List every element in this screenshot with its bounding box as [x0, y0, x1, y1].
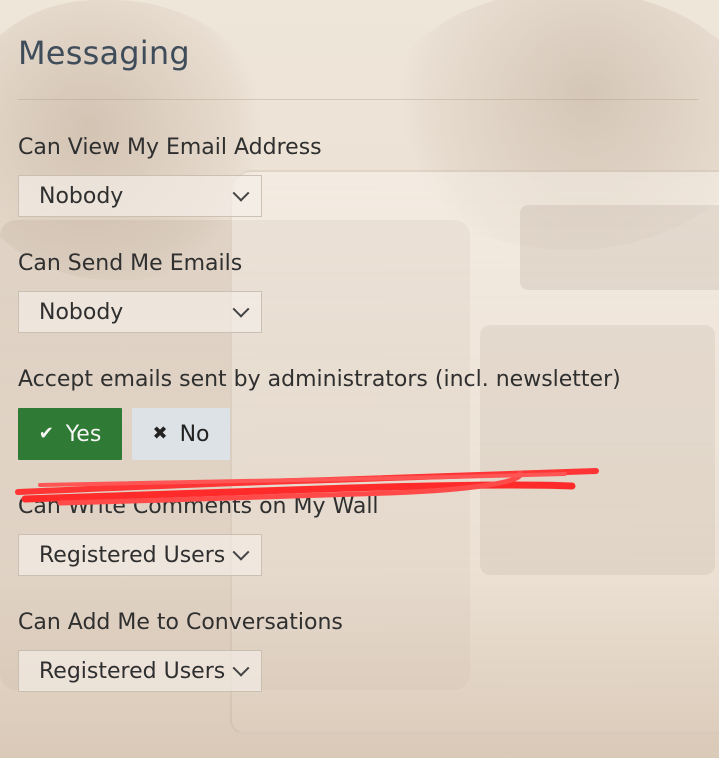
view-email-select[interactable]: Nobody	[18, 175, 262, 217]
wall-comments-select[interactable]: Registered Users	[18, 534, 262, 576]
chevron-down-icon	[232, 659, 250, 677]
conversations-group: Can Add Me to Conversations Registered U…	[18, 612, 701, 692]
yes-button-label: Yes	[65, 421, 102, 447]
admin-emails-toggle-group: ✔ Yes ✖ No	[18, 408, 701, 460]
view-email-value: Nobody	[39, 183, 124, 209]
title-divider	[18, 99, 698, 100]
chevron-down-icon	[232, 543, 250, 561]
view-email-label: Can View My Email Address	[18, 135, 322, 160]
conversations-select[interactable]: Registered Users	[18, 650, 262, 692]
view-email-group: Can View My Email Address Nobody	[18, 137, 701, 217]
chevron-down-icon	[232, 300, 250, 318]
chevron-down-icon	[232, 184, 250, 202]
yes-button[interactable]: ✔ Yes	[18, 408, 122, 460]
check-icon: ✔	[38, 423, 54, 444]
send-emails-select[interactable]: Nobody	[18, 291, 262, 333]
x-icon: ✖	[152, 423, 168, 444]
admin-emails-label: Accept emails sent by administrators (in…	[18, 367, 621, 392]
conversations-value: Registered Users	[39, 658, 226, 684]
no-button-label: No	[179, 421, 210, 447]
conversations-label: Can Add Me to Conversations	[18, 610, 343, 635]
wall-comments-group: Can Write Comments on My Wall Registered…	[18, 496, 701, 576]
wall-comments-label: Can Write Comments on My Wall	[18, 494, 379, 519]
section-title: Messaging	[18, 34, 190, 72]
send-emails-value: Nobody	[39, 299, 124, 325]
messaging-panel: Messaging Can View My Email Address Nobo…	[0, 0, 719, 692]
send-emails-group: Can Send Me Emails Nobody	[18, 253, 701, 333]
admin-emails-group: Accept emails sent by administrators (in…	[18, 369, 701, 460]
no-button[interactable]: ✖ No	[132, 408, 230, 460]
wall-comments-value: Registered Users	[39, 542, 226, 568]
send-emails-label: Can Send Me Emails	[18, 251, 243, 276]
